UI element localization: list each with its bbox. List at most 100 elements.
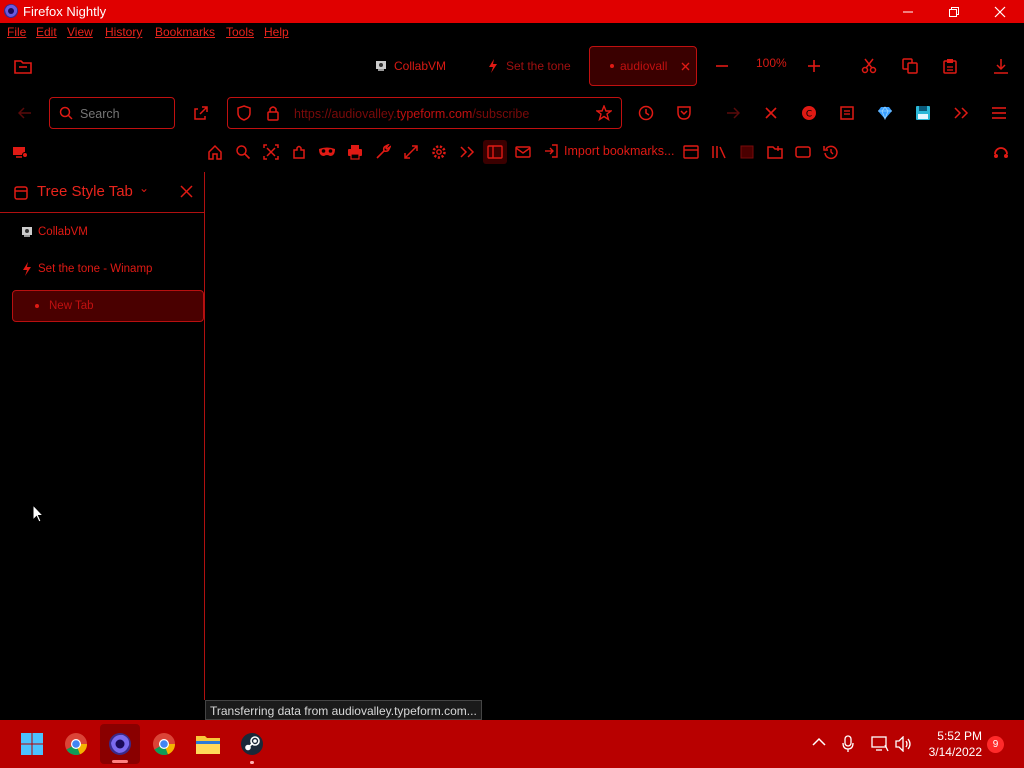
import-bookmarks-button[interactable]: Import bookmarks...	[544, 144, 674, 158]
stop-icon[interactable]	[759, 101, 783, 125]
close-sidebar-icon[interactable]	[180, 185, 193, 198]
search-input[interactable]	[80, 105, 170, 123]
paste-icon[interactable]	[938, 54, 962, 78]
sidebar-panel-icon[interactable]	[483, 140, 507, 164]
print-icon[interactable]	[343, 140, 367, 164]
forward-button[interactable]	[721, 101, 745, 125]
tab-collabvm[interactable]: CollabVM	[368, 46, 478, 86]
new-window-icon[interactable]	[679, 140, 703, 164]
recently-closed-icon[interactable]	[819, 140, 843, 164]
sync-icon[interactable]	[989, 140, 1013, 164]
menu-help[interactable]: Help	[264, 25, 289, 39]
import-bookmarks-label: Import bookmarks...	[564, 144, 675, 158]
overflow-chevron-icon[interactable]	[949, 101, 973, 125]
clock-date: 3/14/2022	[928, 745, 982, 759]
zoom-out-button[interactable]	[710, 54, 734, 78]
sidebar-toggle-icon[interactable]	[8, 140, 32, 164]
winamp-favicon-icon	[488, 59, 498, 73]
file-explorer-icon[interactable]	[188, 724, 228, 764]
tab-label: CollabVM	[394, 59, 447, 73]
import-icon	[544, 144, 558, 158]
mouse-cursor-icon	[32, 504, 44, 523]
restore-button[interactable]	[931, 0, 977, 23]
steam-icon[interactable]	[232, 724, 272, 764]
customize-wrench-icon[interactable]	[371, 140, 395, 164]
more-chevrons-icon[interactable]	[455, 140, 479, 164]
system-clock[interactable]: 5:52 PM 3/14/2022	[922, 728, 982, 760]
sidebar-title[interactable]: Tree Style Tab	[37, 183, 133, 200]
menu-file[interactable]: File	[7, 25, 26, 39]
tree-tab-new-tab[interactable]: New Tab	[12, 290, 204, 322]
menu-bookmarks[interactable]: Bookmarks	[155, 25, 215, 39]
running-indicator	[250, 761, 254, 764]
home-icon[interactable]	[203, 140, 227, 164]
search-box[interactable]	[49, 97, 175, 129]
back-button[interactable]	[13, 101, 37, 125]
extension-save-icon[interactable]	[911, 101, 935, 125]
history-icon[interactable]	[634, 101, 658, 125]
zoom-in-button[interactable]	[802, 54, 826, 78]
tab-audiovalley[interactable]: audiovall	[589, 46, 697, 86]
show-hidden-icons-chevron-icon[interactable]	[812, 737, 826, 747]
zoom-level[interactable]: 100%	[756, 56, 787, 70]
sidebar-chevron-icon[interactable]: ⌄	[139, 181, 149, 195]
fullscreen-icon[interactable]	[399, 140, 423, 164]
menu-tools[interactable]: Tools	[226, 25, 254, 39]
bookmark-star-icon[interactable]	[596, 105, 612, 121]
tree-tab-winamp[interactable]: Set the tone - Winamp	[12, 253, 204, 285]
extension-red-circle-icon[interactable]: C	[797, 101, 821, 125]
tree-tab-label: New Tab	[49, 300, 94, 312]
close-window-button[interactable]	[977, 0, 1023, 23]
loading-dot-icon	[610, 64, 614, 68]
screenshot-icon[interactable]	[259, 140, 283, 164]
winamp-favicon-icon	[22, 262, 32, 276]
window-title: Firefox Nightly	[23, 4, 107, 19]
download-icon[interactable]	[989, 54, 1013, 78]
minimize-button[interactable]	[885, 0, 931, 23]
url-prefix: https://audiovalley.	[294, 107, 397, 121]
url-text[interactable]: https://audiovalley.typeform.com/subscri…	[294, 107, 529, 121]
menu-history[interactable]: History	[105, 25, 142, 39]
hamburger-menu-icon[interactable]	[987, 101, 1011, 125]
notification-count: 9	[992, 739, 999, 750]
page-content[interactable]	[206, 172, 1024, 720]
library-icon[interactable]	[707, 140, 731, 164]
menu-edit[interactable]: Edit	[36, 25, 57, 39]
tab-winamp[interactable]: Set the tone	[482, 46, 582, 86]
chrome-icon[interactable]	[56, 724, 96, 764]
extension-gem-icon[interactable]	[873, 101, 897, 125]
collabvm-favicon-icon	[20, 225, 34, 239]
copy-icon[interactable]	[898, 54, 922, 78]
microphone-icon[interactable]	[842, 735, 854, 753]
folder-icon[interactable]	[11, 54, 35, 78]
find-icon[interactable]	[231, 140, 255, 164]
share-icon[interactable]	[189, 101, 213, 125]
tab-label: audiovall	[620, 59, 668, 73]
container-tab-icon[interactable]	[735, 140, 759, 164]
extensions-puzzle-icon[interactable]	[287, 140, 311, 164]
start-button[interactable]	[12, 724, 52, 764]
network-icon[interactable]	[871, 736, 889, 752]
pocket-icon[interactable]	[672, 101, 696, 125]
open-file-icon[interactable]	[763, 140, 787, 164]
menu-view[interactable]: View	[67, 25, 93, 39]
notification-badge[interactable]: 9	[987, 736, 1004, 753]
collabvm-favicon-icon	[374, 59, 388, 73]
firefox-nightly-taskbar-icon[interactable]	[100, 724, 140, 764]
tree-tab-collabvm[interactable]: CollabVM	[12, 216, 204, 248]
settings-gear-icon[interactable]	[427, 140, 451, 164]
sidebar-header[interactable]: Tree Style Tab ⌄	[0, 172, 204, 213]
status-bar: Transferring data from audiovalley.typef…	[205, 700, 482, 720]
lock-icon[interactable]	[266, 105, 280, 121]
email-link-icon[interactable]	[511, 140, 535, 164]
chrome-icon-2[interactable]	[144, 724, 184, 764]
extension-reader-icon[interactable]	[835, 101, 859, 125]
shield-icon[interactable]	[236, 105, 252, 121]
private-browsing-mask-icon[interactable]	[315, 140, 339, 164]
volume-icon[interactable]	[895, 736, 913, 752]
url-domain: typeform.com	[396, 107, 473, 121]
close-tab-icon[interactable]	[681, 62, 690, 71]
cut-icon[interactable]	[857, 54, 881, 78]
window-icon[interactable]	[791, 140, 815, 164]
url-bar[interactable]: https://audiovalley.typeform.com/subscri…	[227, 97, 622, 129]
